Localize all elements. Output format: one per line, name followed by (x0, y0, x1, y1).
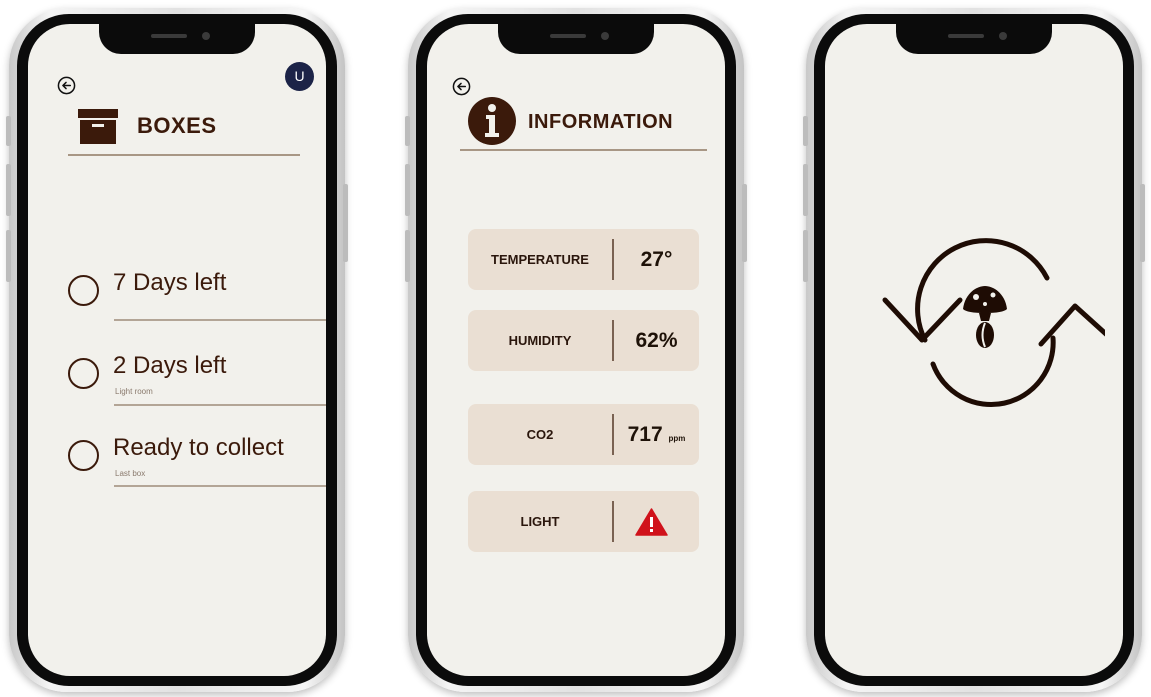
humidity-card: HUMIDITY 62% (468, 310, 699, 371)
card-unit: ppm (668, 434, 686, 443)
back-arrow-icon[interactable] (57, 76, 76, 95)
card-value: 27° (640, 248, 673, 271)
item-divider (114, 319, 326, 321)
phone-boxes: U BOXES 7 Days left 2 Days left Light ro… (6, 8, 348, 692)
title-underline (460, 149, 707, 151)
screen-information: INFORMATION TEMPERATURE 27° HUMIDITY 62%… (427, 24, 725, 676)
co2-card: CO2 717 ppm (468, 404, 699, 465)
item-divider (114, 485, 326, 487)
item-label: 7 Days left (113, 269, 227, 296)
side-button (803, 116, 808, 146)
side-button (343, 184, 348, 262)
back-arrow-icon[interactable] (452, 77, 471, 96)
card-label: HUMIDITY (508, 333, 572, 348)
card-value: 62% (635, 329, 678, 352)
side-button (1140, 184, 1145, 262)
item-label: Ready to collect (113, 434, 284, 461)
side-button (803, 164, 808, 216)
notch (99, 24, 255, 54)
box-icon (78, 109, 118, 144)
avatar-initial: U (294, 68, 305, 84)
item-sublabel: Last box (115, 469, 146, 478)
side-button (405, 164, 410, 216)
info-icon (468, 97, 516, 145)
list-item[interactable]: Ready to collect Last box (28, 434, 326, 494)
item-label: 2 Days left (113, 352, 227, 379)
radio-button[interactable] (68, 358, 99, 389)
side-button (6, 230, 11, 282)
temperature-card: TEMPERATURE 27° (468, 229, 699, 290)
card-value: 717 ppm (627, 423, 686, 446)
light-card: LIGHT (468, 491, 699, 552)
phone-frame: INFORMATION TEMPERATURE 27° HUMIDITY 62%… (416, 14, 736, 686)
list-item[interactable]: 7 Days left (28, 269, 326, 329)
screen-loading (825, 24, 1123, 676)
page-title: INFORMATION (528, 111, 674, 133)
phone-frame (814, 14, 1134, 686)
card-label: LIGHT (520, 514, 560, 529)
side-button (742, 184, 747, 262)
side-button (6, 116, 11, 146)
user-avatar[interactable]: U (285, 62, 314, 91)
side-button (6, 164, 11, 216)
side-button (803, 230, 808, 282)
card-label: CO2 (526, 427, 554, 442)
notch (498, 24, 654, 54)
radio-button[interactable] (68, 440, 99, 471)
item-sublabel: Light room (115, 387, 153, 396)
phone-information: INFORMATION TEMPERATURE 27° HUMIDITY 62%… (405, 8, 747, 692)
warning-icon (635, 508, 668, 536)
notch (896, 24, 1052, 54)
side-button (405, 230, 410, 282)
phone-frame: U BOXES 7 Days left 2 Days left Light ro… (17, 14, 337, 686)
title-underline (68, 154, 300, 156)
item-divider (114, 404, 326, 406)
card-label: TEMPERATURE (491, 252, 589, 267)
mushroom-icon (963, 286, 1007, 348)
radio-button[interactable] (68, 275, 99, 306)
screen-boxes: U BOXES 7 Days left 2 Days left Light ro… (28, 24, 326, 676)
page-title: BOXES (137, 113, 217, 138)
list-item[interactable]: 2 Days left Light room (28, 352, 326, 412)
phone-loading (803, 8, 1145, 692)
side-button (405, 116, 410, 146)
card-divider (612, 501, 614, 542)
